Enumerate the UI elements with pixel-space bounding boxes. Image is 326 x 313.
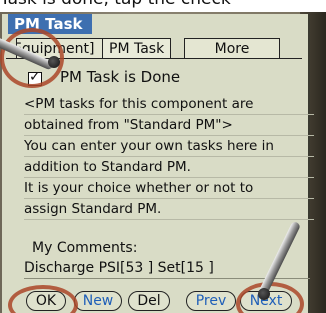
task-description[interactable]: <PM tasks for this component are obtaine… [24,94,314,220]
new-button[interactable]: New [74,291,122,311]
delete-button[interactable]: Del [128,291,170,311]
tab-more[interactable]: More [184,38,280,59]
description-line: addition to Standard PM. [24,157,314,178]
description-line: assign Standard PM. [24,199,314,220]
stylus-tip-bottom [258,288,270,300]
tab-pm-task[interactable]: PM Task [102,38,172,59]
comments-label: My Comments: [32,240,138,256]
caption-text: Task is done, tap the check [0,0,326,12]
description-line: <PM tasks for this component are [24,94,314,115]
stylus-tip-top [48,56,60,68]
description-line: It is your choice whether or not to [24,178,314,199]
photo-scene: Task is done, tap the check PM Task Equi… [0,0,326,313]
description-line: obtained from "Standard PM"> [24,115,314,136]
description-line: You can enter your own tasks here in [24,136,314,157]
prev-button[interactable]: Prev [186,291,236,311]
done-label: PM Task is Done [60,68,181,86]
